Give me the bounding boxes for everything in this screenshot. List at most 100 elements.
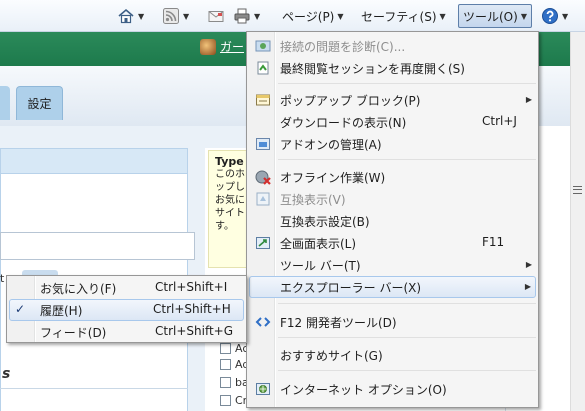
menu-item-shortcut: Ctrl+J — [482, 114, 517, 128]
menu-item-manage-addons[interactable]: アドオンの管理(A) — [249, 133, 536, 155]
menu-item-compat-view[interactable]: 互換表示(V) — [249, 188, 536, 210]
tools-menu-label: ツール(O) — [463, 9, 518, 24]
menu-item-label: オフライン作業(W) — [280, 171, 386, 185]
command-bar: ▼ ▼ ▼ ページ(P) ▼ セーフティ(S) ▼ ツール(O) ▼ ▼ — [0, 0, 585, 32]
fullscreen-icon — [255, 235, 271, 251]
menu-item-label: インターネット オプション(O) — [280, 383, 447, 397]
menu-item-label: ツール バー(T) — [280, 259, 361, 273]
chevron-down-icon: ▼ — [562, 11, 569, 21]
print-button[interactable]: ▼ — [233, 5, 260, 27]
tab-settings-label: 設定 — [27, 97, 52, 111]
rss-feed-icon — [162, 7, 180, 25]
menu-item-label: 全画面表示(L) — [280, 237, 357, 251]
page-menu-button[interactable]: ページ(P) ▼ — [282, 5, 344, 27]
menu-item-label: 最終閲覧セッションを再度開く(S) — [280, 62, 465, 76]
compat-view-icon — [255, 191, 271, 207]
menu-item-label: 互換表示(V) — [280, 193, 346, 207]
tools-menu: 接続の問題を診断(C)... 最終閲覧セッションを再度開く(S) ポップアップ … — [246, 31, 539, 408]
mail-button[interactable] — [207, 5, 225, 27]
submenu-arrow-icon: ▶ — [525, 95, 532, 104]
explorer-bar-submenu: お気に入り(F) Ctrl+Shift+I ✓ 履歴(H) Ctrl+Shift… — [6, 275, 247, 343]
checkbox[interactable] — [220, 395, 231, 406]
addons-icon — [255, 136, 271, 152]
home-icon — [117, 7, 135, 25]
info-box-title: Type — [215, 155, 244, 168]
chevron-down-icon: ▼ — [183, 11, 190, 21]
menu-separator — [278, 303, 536, 304]
page-menu-label: ページ(P) — [282, 9, 335, 24]
menu-item-shortcut: Ctrl+Shift+H — [153, 302, 231, 316]
offline-icon — [255, 169, 271, 185]
scrollbar-grip[interactable] — [573, 186, 582, 194]
menu-item-dev-tools[interactable]: F12 開発者ツール(D) — [249, 311, 536, 333]
menu-item-label: ポップアップ ブロック(P) — [280, 94, 421, 108]
home-button[interactable]: ▼ — [117, 5, 144, 27]
safety-menu-label: セーフティ(S) — [361, 9, 437, 24]
menu-item-label: 接続の問題を診断(C)... — [280, 40, 406, 54]
menu-item-explorer-bars[interactable]: エクスプローラー バー(X) ▶ — [249, 276, 536, 298]
left-panel-header — [0, 148, 188, 174]
menu-item-label: お気に入り(F) — [40, 282, 117, 296]
checkbox[interactable] — [220, 343, 231, 354]
menu-separator — [278, 83, 536, 84]
menu-item-toolbars[interactable]: ツール バー(T) ▶ — [249, 254, 536, 276]
menu-item-suggested-sites[interactable]: おすすめサイト(G) — [249, 344, 536, 366]
vertical-scrollbar[interactable] — [570, 32, 585, 411]
chevron-down-icon: ▼ — [439, 11, 446, 21]
help-button[interactable]: ▼ — [541, 5, 568, 27]
feeds-button[interactable]: ▼ — [162, 5, 189, 27]
menu-item-popup-blocker[interactable]: ポップアップ ブロック(P) ▶ — [249, 89, 536, 111]
menu-item-favorites[interactable]: お気に入り(F) Ctrl+Shift+I — [9, 277, 244, 299]
menu-item-label: フィード(D) — [40, 326, 107, 340]
menu-item-downloads[interactable]: ダウンロードの表示(N) Ctrl+J — [249, 111, 536, 133]
menu-item-reopen-session[interactable]: 最終閲覧セッションを再度開く(S) — [249, 57, 536, 79]
safety-menu-button[interactable]: セーフティ(S) ▼ — [361, 5, 446, 27]
checkbox-item[interactable]: Ac — [220, 342, 248, 355]
chevron-down-icon: ▼ — [138, 11, 145, 21]
menu-item-internet-options[interactable]: インターネット オプション(O) — [249, 378, 536, 400]
menu-separator — [278, 337, 536, 338]
checkmark-icon: ✓ — [15, 302, 26, 316]
checkbox[interactable] — [220, 359, 231, 370]
menu-item-fullscreen[interactable]: 全画面表示(L) F11 — [249, 232, 536, 254]
menu-item-label: 履歴(H) — [40, 304, 83, 318]
internet-options-icon — [255, 381, 271, 397]
chevron-down-icon: ▼ — [254, 11, 261, 21]
menu-item-label: エクスプローラー バー(X) — [280, 281, 422, 295]
checkbox-item[interactable]: ba — [220, 376, 249, 389]
help-icon — [541, 7, 559, 25]
tools-menu-button[interactable]: ツール(O) ▼ — [458, 4, 532, 28]
left-panel-input[interactable] — [0, 232, 195, 260]
menu-separator — [278, 370, 536, 371]
menu-item-label: ダウンロードの表示(N) — [280, 116, 407, 130]
info-box-line: サイト — [215, 208, 245, 219]
menu-item-history[interactable]: ✓ 履歴(H) Ctrl+Shift+H — [9, 299, 244, 321]
printer-icon — [233, 7, 251, 25]
submenu-arrow-icon: ▶ — [525, 260, 532, 269]
divider — [0, 388, 188, 389]
left-panel-heading-fragment: s — [2, 366, 11, 382]
tab-settings[interactable]: 設定 — [16, 86, 63, 120]
chevron-down-icon: ▼ — [520, 11, 527, 21]
tab-partial[interactable] — [0, 86, 10, 120]
menu-item-label: おすすめサイト(G) — [280, 349, 383, 363]
submenu-arrow-icon: ▶ — [524, 282, 531, 291]
checkbox-item[interactable]: Ad — [220, 358, 249, 371]
menu-item-label: アドオンの管理(A) — [280, 138, 382, 152]
info-box-line: お気に — [215, 195, 245, 206]
menu-item-diagnose[interactable]: 接続の問題を診断(C)... — [249, 35, 536, 57]
menu-item-feeds[interactable]: フィード(D) Ctrl+Shift+G — [9, 321, 244, 343]
menu-item-compat-settings[interactable]: 互換表示設定(B) — [249, 210, 536, 232]
reopen-session-icon — [255, 60, 271, 76]
menu-item-offline[interactable]: オフライン作業(W) — [249, 166, 536, 188]
menu-item-shortcut: Ctrl+Shift+G — [155, 324, 234, 338]
user-link[interactable]: ガー — [200, 38, 244, 55]
menu-item-label: F12 開発者ツール(D) — [280, 316, 397, 330]
mail-icon — [207, 7, 225, 25]
checkbox[interactable] — [220, 377, 231, 388]
developer-tools-icon — [255, 314, 271, 330]
info-box-line: す。 — [215, 221, 234, 232]
chevron-down-icon: ▼ — [337, 11, 344, 21]
checkbox-item[interactable]: Cr — [220, 394, 247, 407]
left-panel-text-fragment: t — [0, 272, 5, 285]
